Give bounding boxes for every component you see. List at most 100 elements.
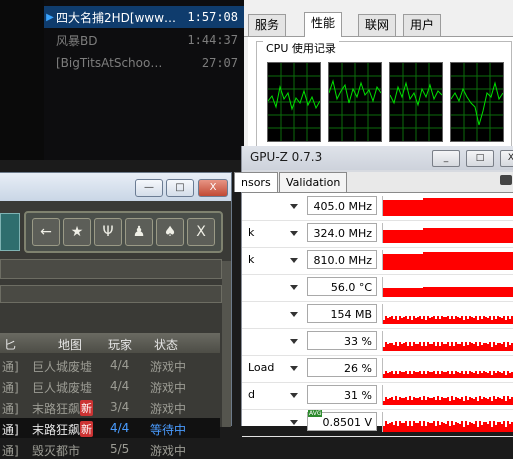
room-status: 等待中 [150,423,187,437]
playlist-item[interactable]: ▶ 四大名捕2HD[www… 1:57:08 [44,6,244,28]
cpu-core-graph [328,62,382,142]
room-players: 4/4 [110,358,130,372]
sensor-dropdown-icon[interactable] [290,204,298,209]
sensor-value: 33 % [307,331,377,350]
room-row[interactable]: 通] 末路狂飙新 4/4 等待中 [0,418,220,438]
room-players: 3/4 [110,400,130,414]
star-icon[interactable]: ★ [63,218,91,246]
exit-icon[interactable]: X [187,218,215,246]
restore-button[interactable]: □ [166,179,194,197]
cpu-core-graph [389,62,443,142]
sensor-row: Load 26 % [242,355,513,383]
room-mode: 通] [2,360,19,374]
settings-icon[interactable]: ♠ [156,218,184,246]
sensor-value: 26 % [307,358,377,377]
sensor-graph [382,250,513,270]
gpuz-title-bar: GPU-Z 0.7.3 _ □ X [242,146,513,170]
media-player-playlist: ▶ 四大名捕2HD[www… 1:57:08 风暴BD 1:44:37 [Big… [0,0,244,160]
sensor-dropdown-icon[interactable] [290,285,298,290]
tab-users[interactable]: 用户 [403,14,442,36]
game-filter-bar[interactable] [0,285,222,303]
sensor-graph [382,304,513,324]
sensor-value: 56.0 °C [307,277,377,296]
room-row[interactable]: 通] 末路狂飙新 3/4 游戏中 [0,397,220,417]
sensor-label: Load [248,361,275,374]
close-button[interactable]: X [198,179,228,197]
sensor-graph [382,331,513,351]
sensor-row: 33 % [242,328,513,356]
room-players: 5/5 [110,442,130,456]
game-title-bar: — □ X [0,173,231,201]
sensor-dropdown-icon[interactable] [290,366,298,371]
minimize-button[interactable]: — [135,179,163,197]
column-mode: 匕 [4,338,17,352]
sensor-dropdown-icon[interactable] [290,312,298,317]
sensor-graph [382,358,513,378]
sensor-row: d 31 % [242,382,513,410]
sensor-dropdown-icon[interactable] [290,420,298,425]
column-map: 地图 [58,338,83,352]
room-row[interactable]: 通] 毁灭都市 5/5 游戏中 [0,439,220,459]
cpu-history-label: CPU 使用记录 [263,40,339,56]
tab-performance[interactable]: 性能 [304,12,343,37]
game-lobby: ← ★ Ψ ♟ ♠ X 匕 地图 玩家 状态 通] 巨人城废墟 4/4 游戏中 通] 巨人… [0,201,231,458]
sensors-panel: 405.0 MHz k 324.0 MHz k 810.0 MHz 56.0 °C 154 … [242,193,513,437]
sensor-label: k [248,226,255,239]
cpu-core-graph [450,62,504,142]
room-list-scrollbar[interactable] [222,261,231,427]
avg-tag: AVG [308,410,323,417]
game-input-bar[interactable] [0,259,222,279]
menu-bar [244,0,513,8]
camera-icon[interactable] [500,175,512,185]
sensor-graph [382,385,513,405]
sensor-dropdown-icon[interactable] [290,258,298,263]
player-video-area [0,0,44,160]
performance-panel: CPU 使用记录 [248,37,513,150]
playlist-item-title: 风暴BD [56,33,98,48]
room-map: 末路狂飙 [32,402,81,416]
sensor-label: d [248,388,255,401]
playlist-item-duration: 1:57:08 [187,10,238,24]
game-toolbar: ← ★ Ψ ♟ ♠ X [24,211,223,253]
column-status: 状态 [154,338,179,352]
playlist-item[interactable]: [BigTitsAtSchoo… 27:07 [44,52,244,74]
game-lobby-window: — □ X ← ★ Ψ ♟ ♠ X 匕 地图 玩家 状态 通] 巨人城废墟 4/4 游… [0,172,232,458]
room-row[interactable]: 通] 巨人城废墟 4/4 游戏中 [0,376,220,396]
room-mode: 通] [2,444,19,458]
sensor-value: 324.0 MHz [307,223,377,242]
column-players: 玩家 [108,338,133,352]
room-mode: 通] [2,381,19,395]
room-row[interactable]: 通] 巨人城废墟 4/4 游戏中 [0,355,220,375]
tab-validation[interactable]: Validation [279,172,348,192]
play-indicator-icon: ▶ [46,11,54,23]
sensor-dropdown-icon[interactable] [290,339,298,344]
room-map: 巨人城废墟 [32,381,93,395]
tab-services[interactable]: 服务 [248,14,287,36]
task-manager-tabs: 服务 性能 联网 用户 [244,12,513,37]
new-badge: 新 [80,421,93,437]
sensor-graph [382,412,513,432]
room-mode: 通] [2,402,19,416]
player-icon[interactable]: ♟ [125,218,153,246]
playlist-item-duration: 27:07 [201,56,238,70]
tab-sensors[interactable]: nsors [234,172,278,192]
sensor-dropdown-icon[interactable] [290,393,298,398]
minimize-button[interactable]: _ [432,150,460,167]
close-button[interactable]: X [500,150,513,167]
trophy-icon[interactable]: Ψ [94,218,122,246]
sensor-row: k 810.0 MHz [242,247,513,275]
room-players: 4/4 [110,421,130,435]
game-side-panel[interactable] [0,213,20,251]
playlist-item[interactable]: 风暴BD 1:44:37 [44,29,244,51]
tab-networking[interactable]: 联网 [358,14,397,36]
room-status: 游戏中 [150,360,187,374]
restore-button[interactable]: □ [466,150,494,167]
sensor-graph [382,196,513,216]
sensor-value: 154 MB [307,304,377,323]
playlist-item-title: 四大名捕2HD[www… [56,10,176,25]
new-badge: 新 [80,400,93,416]
room-mode: 通] [2,423,19,437]
room-status: 游戏中 [150,444,187,458]
back-icon[interactable]: ← [32,218,60,246]
sensor-dropdown-icon[interactable] [290,231,298,236]
